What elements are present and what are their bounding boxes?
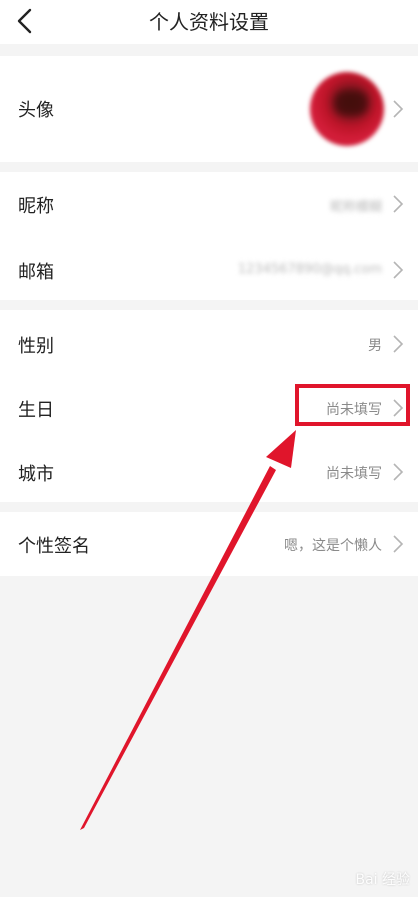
avatar-label: 头像 bbox=[18, 100, 54, 121]
city-value: 尚未填写 bbox=[326, 466, 382, 482]
header-bar: 个人资料设置 bbox=[0, 0, 418, 44]
email-row[interactable]: 邮箱 1234567890@qq.com bbox=[0, 236, 418, 300]
signature-label: 个性签名 bbox=[18, 536, 90, 557]
signature-value: 嗯，这是个懒人 bbox=[284, 538, 382, 554]
gender-value: 男 bbox=[368, 338, 382, 354]
nickname-label: 昵称 bbox=[18, 196, 54, 217]
birthday-label: 生日 bbox=[18, 400, 54, 421]
email-label: 邮箱 bbox=[18, 262, 54, 283]
signature-section: 个性签名 嗯，这是个懒人 bbox=[0, 512, 418, 576]
gender-label: 性别 bbox=[18, 336, 54, 357]
avatar-section: 头像 bbox=[0, 56, 418, 162]
city-row[interactable]: 城市 尚未填写 bbox=[0, 438, 418, 502]
signature-row[interactable]: 个性签名 嗯，这是个懒人 bbox=[0, 512, 418, 576]
city-label: 城市 bbox=[18, 464, 54, 485]
watermark: Bai 经验 bbox=[355, 872, 410, 888]
avatar-row[interactable]: 头像 bbox=[0, 56, 418, 162]
avatar-image-detail bbox=[334, 90, 368, 116]
chevron-right-icon bbox=[393, 100, 404, 118]
chevron-right-icon bbox=[393, 261, 404, 279]
nickname-row[interactable]: 昵称 昵称模糊 bbox=[0, 172, 418, 236]
chevron-right-icon bbox=[393, 335, 404, 353]
chevron-right-icon bbox=[393, 463, 404, 481]
nickname-value: 昵称模糊 bbox=[329, 200, 382, 215]
gender-row[interactable]: 性别 男 bbox=[0, 310, 418, 374]
email-value: 1234567890@qq.com bbox=[237, 262, 382, 277]
chevron-right-icon bbox=[393, 535, 404, 553]
account-section: 昵称 昵称模糊 邮箱 1234567890@qq.com bbox=[0, 172, 418, 300]
chevron-right-icon bbox=[393, 195, 404, 213]
page-title: 个人资料设置 bbox=[149, 10, 269, 34]
annotation-highlight-box bbox=[295, 384, 410, 426]
